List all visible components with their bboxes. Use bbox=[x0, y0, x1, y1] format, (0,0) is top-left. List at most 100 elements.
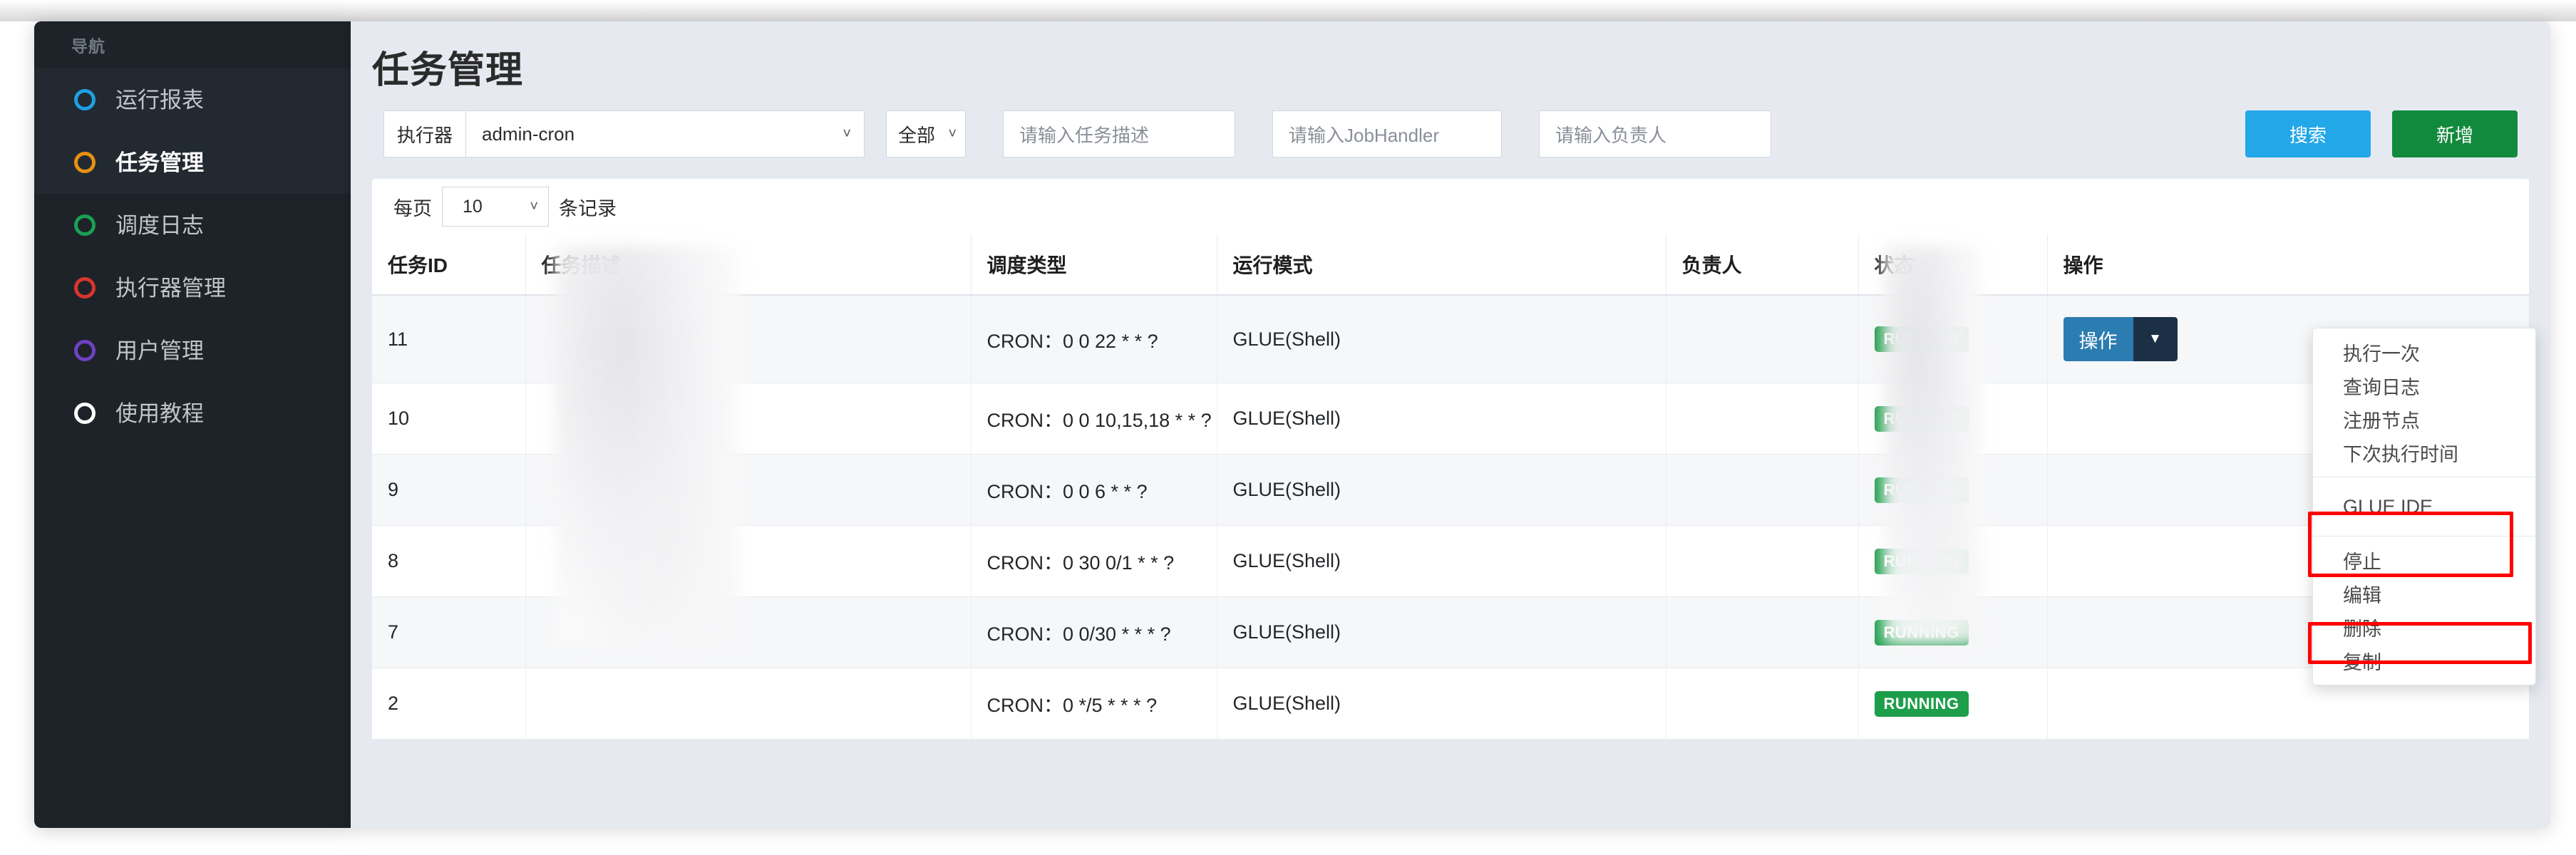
sidebar-item-tutorial[interactable]: 使用教程 bbox=[34, 382, 351, 445]
status-badge: RUNNING bbox=[1874, 326, 1969, 352]
table-row: 11 CRON：0 0 22 * * ? GLUE(Shell) RUNNING… bbox=[372, 295, 2529, 383]
circle-icon bbox=[74, 340, 96, 361]
table-row: 8 CRON：0 30 0/1 * * ? GLUE(Shell) RUNNIN… bbox=[372, 525, 2529, 597]
menu-item-next-run-time[interactable]: 下次执行时间 bbox=[2313, 436, 2535, 470]
chevron-down-icon: ˅ bbox=[530, 199, 538, 214]
cell-owner bbox=[1666, 668, 1859, 740]
circle-icon bbox=[74, 277, 96, 299]
owner-input[interactable]: 请输入负责人 bbox=[1539, 110, 1772, 157]
sidebar-item-label: 任务管理 bbox=[115, 150, 204, 175]
table-row: 10 CRON：0 0 10,15,18 * * ? GLUE(Shell) R… bbox=[372, 383, 2529, 455]
cell-owner bbox=[1666, 525, 1859, 597]
page-title: 任务管理 bbox=[372, 50, 524, 91]
cell-run-mode: GLUE(Shell) bbox=[1217, 295, 1666, 383]
column-header-job-id[interactable]: 任务ID bbox=[372, 234, 526, 296]
sidebar-item-label: 调度日志 bbox=[115, 212, 204, 238]
menu-item-glue-ide[interactable]: GLUE IDE bbox=[2313, 484, 2535, 529]
action-button[interactable]: 操作 bbox=[2063, 317, 2133, 361]
status-badge: RUNNING bbox=[1874, 619, 1969, 646]
column-header-actions[interactable]: 操作 bbox=[2047, 234, 2529, 296]
jobhandler-placeholder: 请输入JobHandler bbox=[1289, 124, 1439, 146]
cell-job-id: 11 bbox=[372, 295, 526, 383]
cell-schedule: CRON：0 30 0/1 * * ? bbox=[971, 525, 1217, 597]
chevron-down-icon: ˅ bbox=[843, 126, 852, 142]
table-row: 7 CRON：0 0/30 * * * ? GLUE(Shell) RUNNIN… bbox=[372, 596, 2529, 668]
column-header-status[interactable]: 状态 bbox=[1858, 234, 2048, 296]
page-size-value: 10 bbox=[463, 196, 483, 217]
job-desc-input[interactable]: 请输入任务描述 bbox=[1003, 110, 1236, 157]
circle-icon bbox=[74, 89, 96, 110]
sidebar-item-user-management[interactable]: 用户管理 bbox=[34, 319, 351, 382]
cell-job-desc bbox=[525, 596, 972, 668]
filter-bar: 执行器 admin-cron ˅ 全部 ˅ 请输入任务描述 请输入JobHand… bbox=[351, 100, 2550, 168]
circle-icon bbox=[74, 214, 96, 236]
cell-schedule: CRON：0 */5 * * * ? bbox=[971, 668, 1217, 740]
cell-job-desc bbox=[525, 383, 972, 455]
cell-job-id: 10 bbox=[372, 383, 526, 455]
status-select[interactable]: 全部 ˅ bbox=[886, 110, 967, 157]
cell-schedule: CRON：0 0 6 * * ? bbox=[971, 454, 1217, 526]
menu-item-stop[interactable]: 停止 bbox=[2313, 544, 2535, 577]
table-header-row: 任务ID 任务描述 调度类型 运行模式 负责人 状态 操作 bbox=[372, 234, 2529, 296]
browser-chrome-bar bbox=[0, 0, 2576, 21]
cell-status: RUNNING bbox=[1858, 596, 2048, 668]
job-desc-placeholder: 请输入任务描述 bbox=[1019, 124, 1150, 146]
sidebar-item-schedule-log[interactable]: 调度日志 bbox=[34, 194, 351, 256]
cell-job-id: 8 bbox=[372, 525, 526, 597]
page-size-suffix: 条记录 bbox=[559, 197, 617, 219]
jobs-table-card: 每页 10 ˅ 条记录 任务ID 任务描述 调度类型 运行模式 负责人 状态 操… bbox=[372, 179, 2529, 740]
menu-item-registry-nodes[interactable]: 注册节点 bbox=[2313, 403, 2535, 436]
column-header-owner[interactable]: 负责人 bbox=[1666, 234, 1859, 296]
cell-owner bbox=[1666, 383, 1859, 455]
cell-job-id: 2 bbox=[372, 668, 526, 740]
status-badge: RUNNING bbox=[1874, 690, 1969, 717]
menu-item-run-once[interactable]: 执行一次 bbox=[2313, 336, 2535, 369]
page-size-select[interactable]: 10 ˅ bbox=[442, 187, 549, 227]
cell-status: RUNNING bbox=[1858, 668, 2048, 740]
menu-item-edit[interactable]: 编辑 bbox=[2313, 577, 2535, 611]
sidebar-item-label: 用户管理 bbox=[115, 338, 204, 363]
add-button[interactable]: 新增 bbox=[2392, 110, 2518, 157]
jobs-table: 任务ID 任务描述 调度类型 运行模式 负责人 状态 操作 11 CRON：0 … bbox=[372, 234, 2529, 740]
page-size-prefix: 每页 bbox=[393, 197, 432, 219]
sidebar-item-label: 使用教程 bbox=[115, 400, 204, 426]
column-header-run-mode[interactable]: 运行模式 bbox=[1217, 234, 1666, 296]
circle-icon bbox=[74, 152, 96, 173]
cell-schedule: CRON：0 0 10,15,18 * * ? bbox=[971, 383, 1217, 455]
executor-filter-group: 执行器 admin-cron ˅ bbox=[383, 110, 865, 157]
cell-run-mode: GLUE(Shell) bbox=[1217, 525, 1666, 597]
executor-select[interactable]: admin-cron ˅ bbox=[465, 110, 865, 157]
cell-status: RUNNING bbox=[1858, 525, 2048, 597]
main-content: 任务管理 执行器 admin-cron ˅ 全部 ˅ 请输入任务描述 请输入Jo… bbox=[351, 21, 2550, 828]
jobhandler-input[interactable]: 请输入JobHandler bbox=[1272, 110, 1503, 157]
menu-item-delete[interactable]: 删除 bbox=[2313, 611, 2535, 644]
status-badge: RUNNING bbox=[1874, 405, 1969, 432]
status-select-value: 全部 bbox=[898, 124, 936, 146]
cell-run-mode: GLUE(Shell) bbox=[1217, 668, 1666, 740]
cell-status: RUNNING bbox=[1858, 383, 2048, 455]
caret-down-icon[interactable]: ▼ bbox=[2133, 317, 2178, 361]
sidebar-item-run-report[interactable]: 运行报表 bbox=[34, 68, 351, 131]
sidebar: 导航 运行报表 任务管理 调度日志 执行器管理 用户管理 使用教程 bbox=[34, 21, 351, 828]
table-row: 2 CRON：0 */5 * * * ? GLUE(Shell) RUNNING bbox=[372, 668, 2529, 740]
menu-item-query-log[interactable]: 查询日志 bbox=[2313, 369, 2535, 403]
action-split-button[interactable]: 操作 ▼ bbox=[2063, 317, 2178, 361]
column-header-job-desc[interactable]: 任务描述 bbox=[525, 234, 972, 296]
menu-item-copy[interactable]: 复制 bbox=[2313, 644, 2535, 678]
executor-select-value: admin-cron bbox=[482, 123, 575, 145]
sidebar-item-executor-management[interactable]: 执行器管理 bbox=[34, 256, 351, 319]
chevron-down-icon: ˅ bbox=[948, 126, 957, 142]
cell-owner bbox=[1666, 295, 1859, 383]
search-button[interactable]: 搜索 bbox=[2245, 110, 2371, 157]
status-badge: RUNNING bbox=[1874, 548, 1969, 574]
cell-schedule: CRON：0 0 22 * * ? bbox=[971, 295, 1217, 383]
cell-run-mode: GLUE(Shell) bbox=[1217, 383, 1666, 455]
table-row: 9 CRON：0 0 6 * * ? GLUE(Shell) RUNNING bbox=[372, 454, 2529, 526]
column-header-schedule[interactable]: 调度类型 bbox=[971, 234, 1217, 296]
circle-icon bbox=[74, 403, 96, 424]
app-window: 导航 运行报表 任务管理 调度日志 执行器管理 用户管理 使用教程 任务管理 执… bbox=[0, 0, 2576, 855]
sidebar-item-job-management[interactable]: 任务管理 bbox=[34, 131, 351, 194]
cell-schedule: CRON：0 0/30 * * * ? bbox=[971, 596, 1217, 668]
cell-owner bbox=[1666, 454, 1859, 526]
cell-status: RUNNING bbox=[1858, 295, 2048, 383]
